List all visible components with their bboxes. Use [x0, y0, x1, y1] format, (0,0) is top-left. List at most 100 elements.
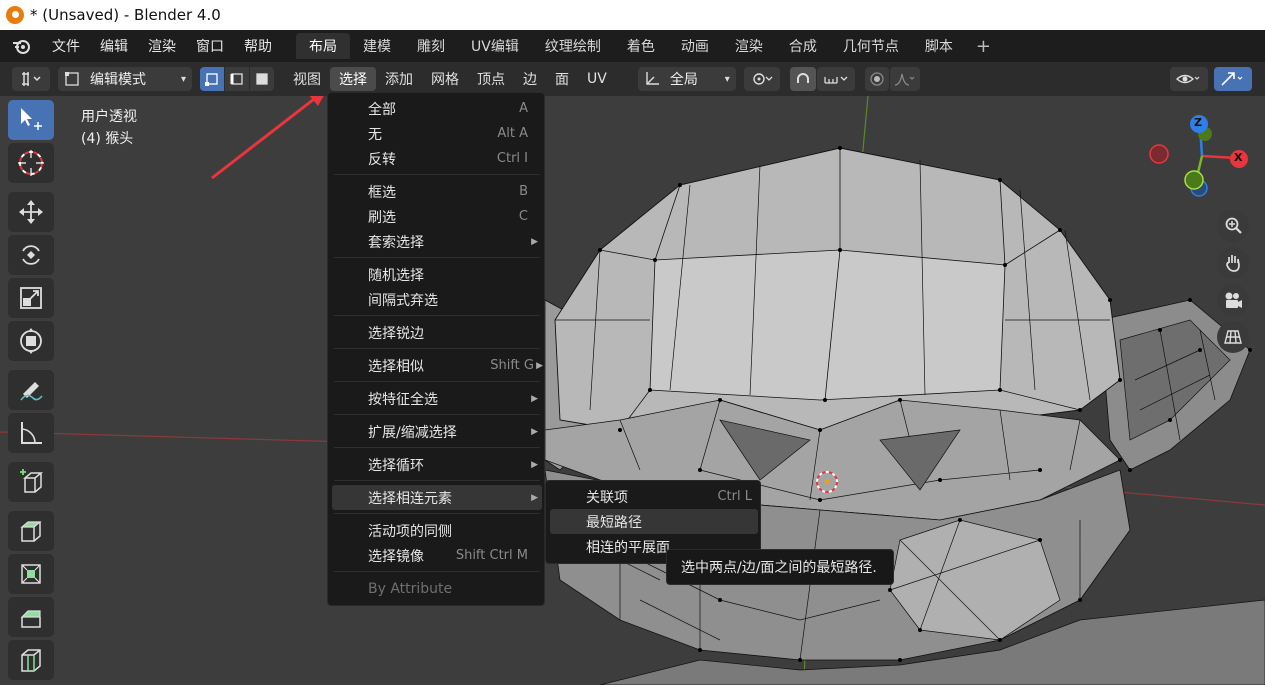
menu-item-label: 全部	[368, 101, 396, 118]
edge-select-button[interactable]	[225, 67, 249, 91]
tool-cursor[interactable]	[8, 143, 54, 183]
menu-item-box-select[interactable]: 框选 B	[328, 179, 546, 204]
3d-viewport[interactable]: X Z	[0, 96, 1265, 685]
grid-icon	[1224, 330, 1242, 344]
tool-select-box[interactable]	[8, 100, 54, 140]
menu-item-label: 最短路径	[586, 514, 642, 531]
tool-extrude[interactable]	[8, 511, 54, 551]
mode-select[interactable]: 编辑模式 ▾	[58, 67, 192, 91]
menu-separator	[334, 513, 540, 514]
tool-add-cube[interactable]	[8, 462, 54, 502]
header-menu-uv[interactable]: UV	[578, 67, 616, 91]
submenu-item-linked[interactable]: 关联项 Ctrl L	[546, 484, 762, 509]
tooltip-text: 选中两点/边/面之间的最短路径.	[681, 560, 877, 576]
proportional-edit-toggle[interactable]	[864, 67, 889, 91]
tool-bevel[interactable]	[8, 597, 54, 637]
tab-sculpting[interactable]: 雕刻	[404, 33, 458, 59]
header-menu-mesh[interactable]: 网格	[422, 67, 468, 91]
pivot-point-button[interactable]	[743, 67, 780, 91]
menu-window[interactable]: 窗口	[186, 30, 234, 62]
camera-view-button[interactable]	[1217, 284, 1249, 316]
tab-shading[interactable]: 着色	[614, 33, 668, 59]
menu-item-select-none[interactable]: 无 Alt A	[328, 121, 546, 146]
pan-button[interactable]	[1217, 247, 1249, 279]
menu-render[interactable]: 渲染	[138, 30, 186, 62]
menu-item-shortcut: Alt A	[497, 126, 528, 141]
menu-item-side-of-active[interactable]: 活动项的同侧	[328, 518, 546, 543]
tool-measure[interactable]	[8, 413, 54, 453]
gizmo-toggle-button[interactable]	[1213, 67, 1252, 91]
menu-item-lasso-select[interactable]: 套索选择 ▶	[328, 229, 546, 254]
tab-compositing[interactable]: 合成	[776, 33, 830, 59]
viewport-visibility-button[interactable]	[1169, 67, 1208, 91]
scale-icon	[20, 287, 42, 309]
tool-rotate[interactable]	[8, 235, 54, 275]
tab-animation[interactable]: 动画	[668, 33, 722, 59]
viewport-info: 用户透视 (4) 猴头	[81, 106, 137, 150]
tool-transform[interactable]	[8, 321, 54, 361]
menu-item-select-linked[interactable]: 选择相连元素 ▶	[332, 485, 542, 510]
vertex-select-button[interactable]	[200, 67, 224, 91]
menu-item-select-all-by-trait[interactable]: 按特征全选 ▶	[328, 386, 546, 411]
menu-item-select-sharp-edges[interactable]: 选择锐边	[328, 320, 546, 345]
menu-item-label: 扩展/缩减选择	[368, 424, 457, 441]
tab-layout[interactable]: 布局	[296, 33, 350, 59]
snap-toggle[interactable]	[789, 67, 816, 91]
tab-geometry-nodes[interactable]: 几何节点	[830, 33, 912, 59]
menu-item-select-mirror[interactable]: 选择镜像 Shift Ctrl M	[328, 543, 546, 568]
falloff-select[interactable]	[889, 67, 920, 91]
menu-item-label: 选择镜像	[368, 548, 424, 565]
viewport-header: 编辑模式 ▾ 视图 选择 添加 网格 顶点 边 面 UV 全局 ▾	[0, 62, 1265, 96]
tab-rendering[interactable]: 渲染	[722, 33, 776, 59]
menu-item-shortcut: A	[519, 101, 528, 116]
tool-annotate[interactable]	[8, 370, 54, 410]
menu-item-label: 活动项的同侧	[368, 523, 452, 540]
menu-item-select-random[interactable]: 随机选择	[328, 262, 546, 287]
header-menu-edge[interactable]: 边	[514, 67, 546, 91]
menu-item-select-more-less[interactable]: 扩展/缩减选择 ▶	[328, 419, 546, 444]
proportional-edit-icon	[870, 72, 884, 86]
header-menu-view[interactable]: 视图	[284, 67, 330, 91]
editor-type-button[interactable]	[12, 67, 50, 91]
menu-item-checker-deselect[interactable]: 间隔式弃选	[328, 287, 546, 312]
tool-loop-cut[interactable]	[8, 640, 54, 680]
edge-select-icon	[230, 73, 243, 85]
menu-file[interactable]: 文件	[42, 30, 90, 62]
tab-modeling[interactable]: 建模	[350, 33, 404, 59]
menu-help[interactable]: 帮助	[234, 30, 282, 62]
header-menu-face[interactable]: 面	[546, 67, 578, 91]
transform-orientation-select[interactable]: 全局 ▾	[637, 67, 736, 91]
add-cube-icon	[20, 469, 44, 493]
menu-item-label: 无	[368, 126, 382, 143]
menu-item-by-attribute[interactable]: By Attribute	[328, 576, 546, 601]
tab-texture-paint[interactable]: 纹理绘制	[532, 33, 614, 59]
inset-icon	[21, 564, 41, 584]
snap-target-select[interactable]	[816, 67, 855, 91]
menu-item-select-loops[interactable]: 选择循环 ▶	[328, 452, 546, 477]
menu-edit[interactable]: 编辑	[90, 30, 138, 62]
submenu-arrow-icon: ▶	[536, 360, 543, 371]
header-menu-select[interactable]: 选择	[330, 67, 376, 91]
submenu-item-shortest-path[interactable]: 最短路径	[550, 509, 758, 534]
header-menu-add[interactable]: 添加	[376, 67, 422, 91]
add-workspace-button[interactable]: +	[966, 36, 1001, 57]
header-menu-vertex[interactable]: 顶点	[468, 67, 514, 91]
menu-item-label: 反转	[368, 151, 396, 168]
zoom-button[interactable]	[1217, 210, 1249, 242]
blender-menu-icon[interactable]	[10, 35, 32, 57]
menu-item-select-similar[interactable]: 选择相似 Shift G ▶	[328, 353, 546, 378]
window-titlebar: * (Unsaved) - Blender 4.0	[0, 0, 1265, 30]
header-menus: 视图 选择 添加 网格 顶点 边 面 UV	[284, 67, 616, 91]
menu-item-label: 相连的平展面	[586, 539, 670, 556]
tool-inset[interactable]	[8, 554, 54, 594]
ortho-toggle-button[interactable]	[1217, 321, 1249, 353]
menu-item-invert[interactable]: 反转 Ctrl I	[328, 146, 546, 171]
tab-scripting[interactable]: 脚本	[912, 33, 966, 59]
tool-scale[interactable]	[8, 278, 54, 318]
menu-item-select-all[interactable]: 全部 A	[328, 96, 546, 121]
menu-item-circle-select[interactable]: 刷选 C	[328, 204, 546, 229]
tool-move[interactable]	[8, 192, 54, 232]
menu-item-shortcut: Shift Ctrl M	[455, 548, 528, 563]
face-select-button[interactable]	[250, 67, 274, 91]
tab-uv-editing[interactable]: UV编辑	[458, 33, 532, 59]
